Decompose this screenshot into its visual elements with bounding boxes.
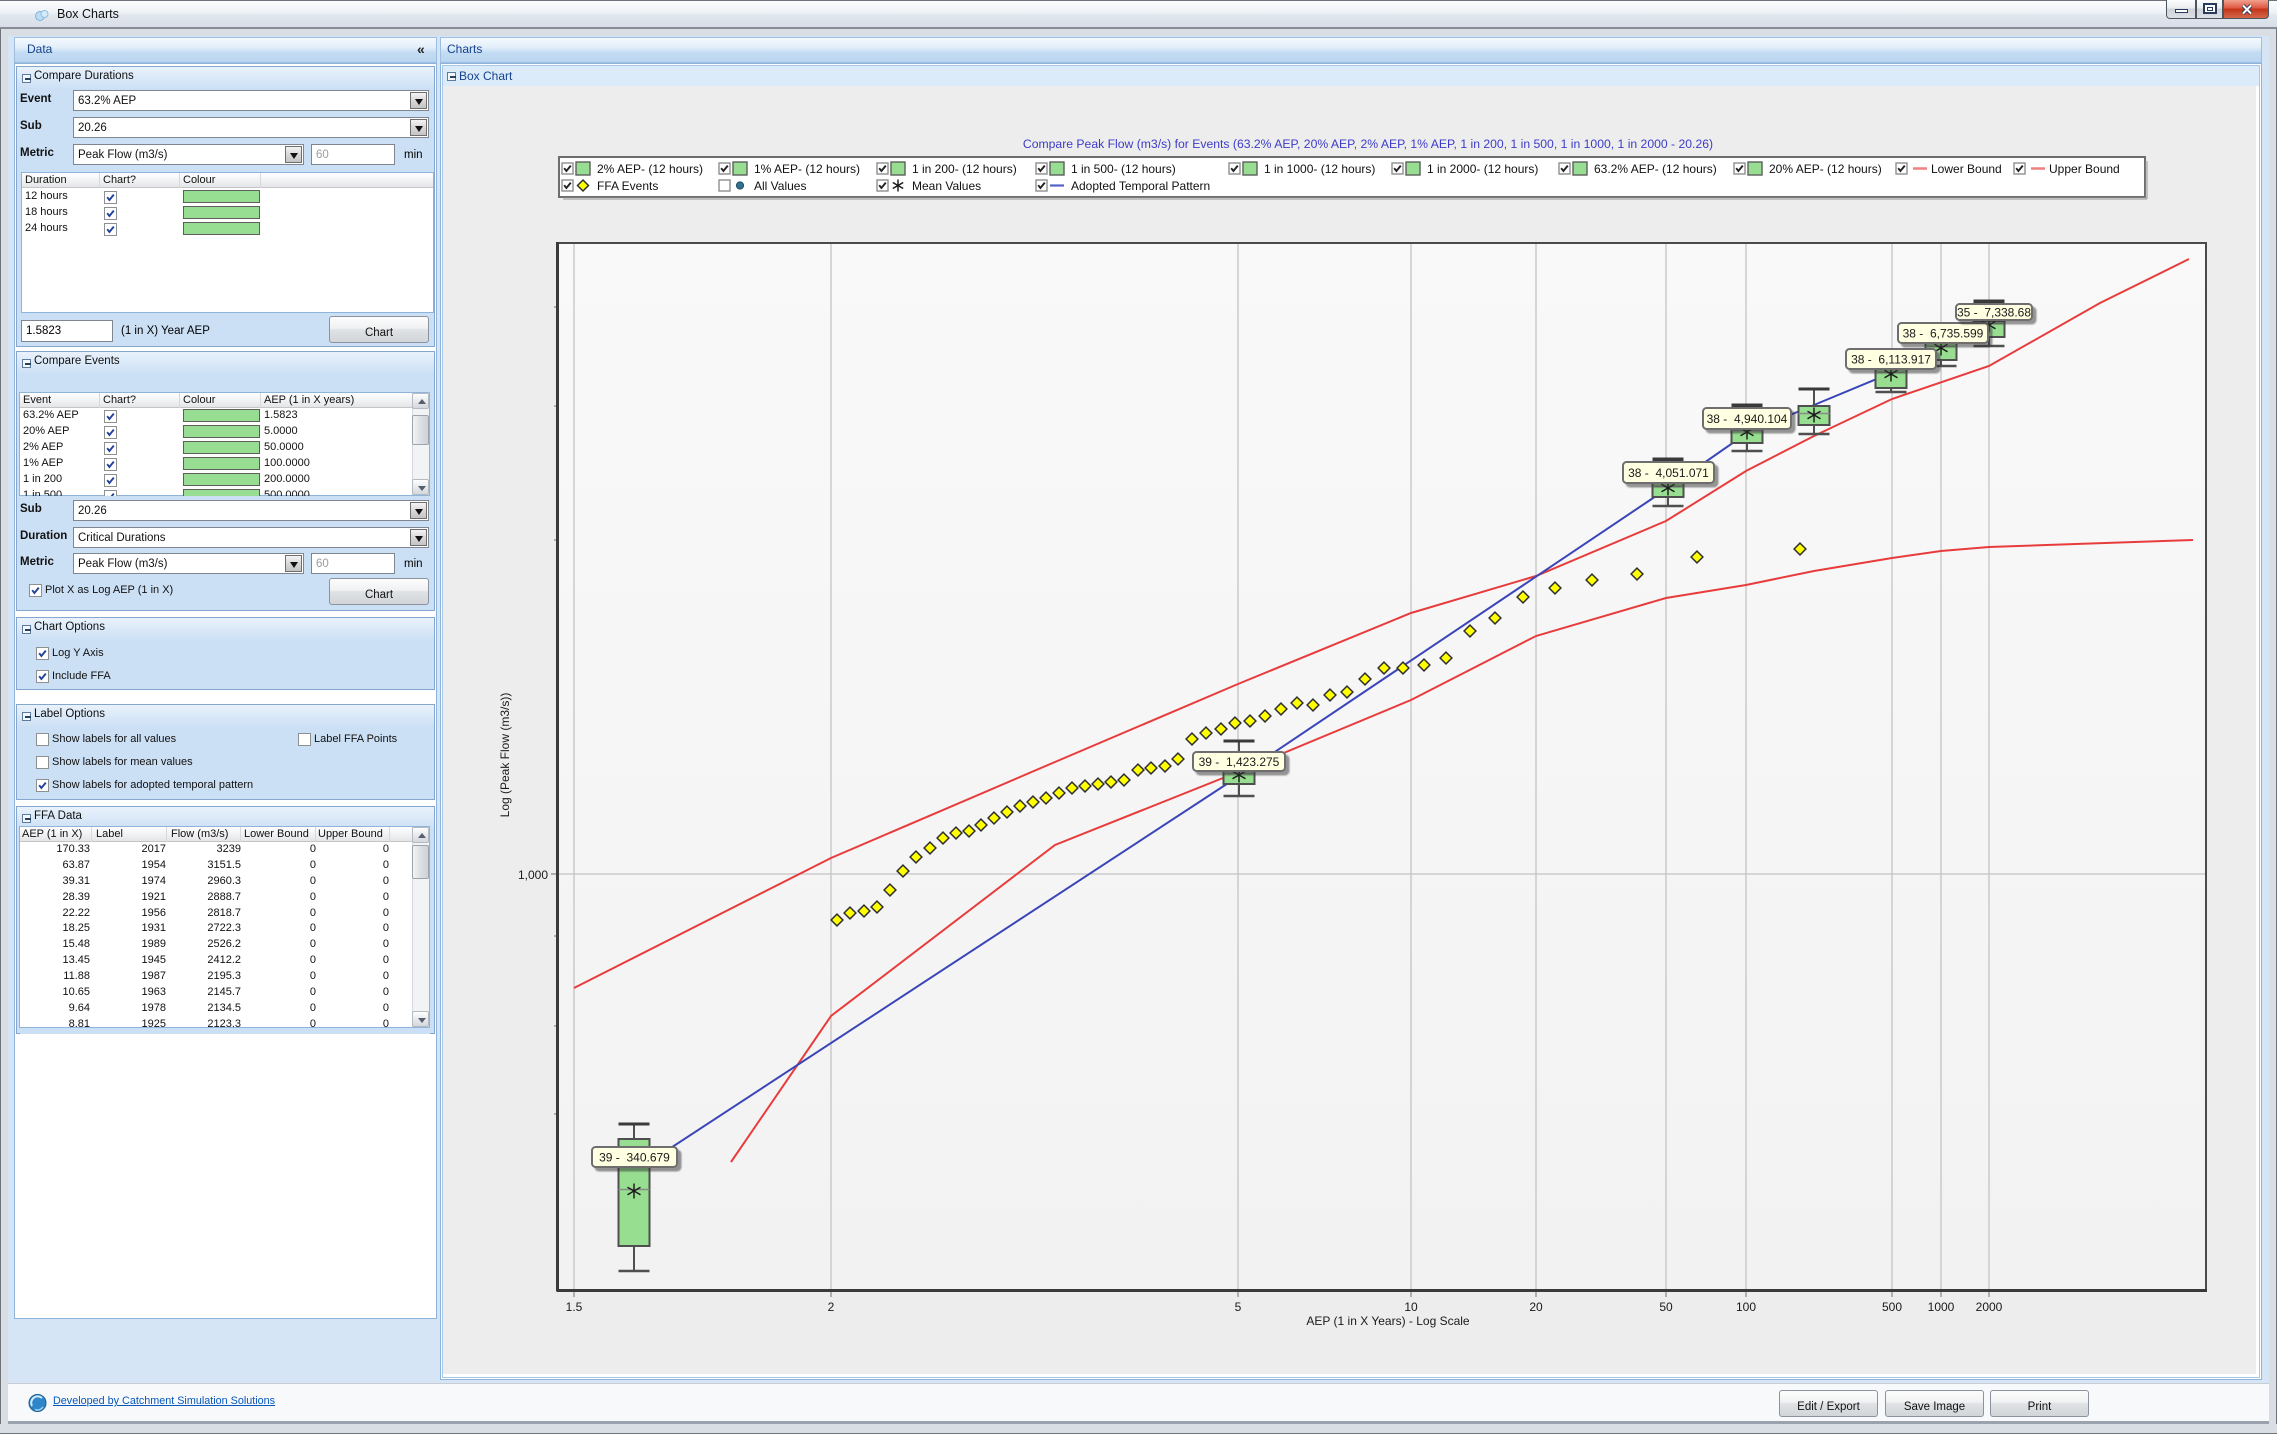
svg-text:Log (Peak Flow (m3/s)): Log (Peak Flow (m3/s)) (498, 693, 512, 818)
svg-text:Lower Bound: Lower Bound (1931, 162, 2002, 176)
svg-text:100: 100 (1736, 1300, 1756, 1314)
svg-text:1 in 200- (12 hours): 1 in 200- (12 hours) (912, 162, 1017, 176)
svg-text:1.5: 1.5 (566, 1300, 583, 1314)
svg-text:2% AEP- (12 hours): 2% AEP- (12 hours) (597, 162, 703, 176)
svg-text:FFA Events: FFA Events (597, 179, 658, 193)
svg-text:Upper Bound: Upper Bound (2049, 162, 2120, 176)
svg-text:39 - 1,423.275: 39 - 1,423.275 (1199, 755, 1280, 769)
svg-text:38 - 4,051.071: 38 - 4,051.071 (1628, 466, 1709, 480)
svg-text:20: 20 (1529, 1300, 1543, 1314)
svg-text:63.2% AEP- (12 hours): 63.2% AEP- (12 hours) (1594, 162, 1717, 176)
svg-text:38 - 6,113.917: 38 - 6,113.917 (1851, 353, 1931, 367)
svg-text:1 in 500- (12 hours): 1 in 500- (12 hours) (1071, 162, 1176, 176)
svg-text:2: 2 (828, 1300, 835, 1314)
svg-text:2000: 2000 (1976, 1300, 2003, 1314)
svg-text:500: 500 (1882, 1300, 1902, 1314)
svg-text:Adopted Temporal Pattern: Adopted Temporal Pattern (1071, 179, 1210, 193)
svg-text:5: 5 (1235, 1300, 1242, 1314)
svg-text:38 - 6,735.599: 38 - 6,735.599 (1903, 327, 1984, 341)
svg-text:Mean Values: Mean Values (912, 179, 981, 193)
svg-text:38 - 4,940.104: 38 - 4,940.104 (1707, 412, 1788, 426)
svg-text:10: 10 (1404, 1300, 1418, 1314)
svg-text:35 - 7,338.68: 35 - 7,338.68 (1957, 306, 2031, 320)
svg-text:1,000: 1,000 (518, 868, 548, 882)
svg-text:50: 50 (1659, 1300, 1673, 1314)
svg-text:1000: 1000 (1928, 1300, 1955, 1314)
svg-text:All Values: All Values (754, 179, 806, 193)
svg-text:1 in 1000- (12 hours): 1 in 1000- (12 hours) (1264, 162, 1375, 176)
svg-text:Compare Peak Flow (m3/s) for E: Compare Peak Flow (m3/s) for Events (63.… (1023, 137, 1713, 151)
svg-text:AEP (1 in X Years) - Log Scale: AEP (1 in X Years) - Log Scale (1306, 1314, 1470, 1328)
svg-text:20% AEP- (12 hours): 20% AEP- (12 hours) (1769, 162, 1882, 176)
svg-text:1 in 2000- (12 hours): 1 in 2000- (12 hours) (1427, 162, 1538, 176)
svg-text:39 - 340.679: 39 - 340.679 (599, 1151, 670, 1165)
svg-text:1% AEP- (12 hours): 1% AEP- (12 hours) (754, 162, 860, 176)
